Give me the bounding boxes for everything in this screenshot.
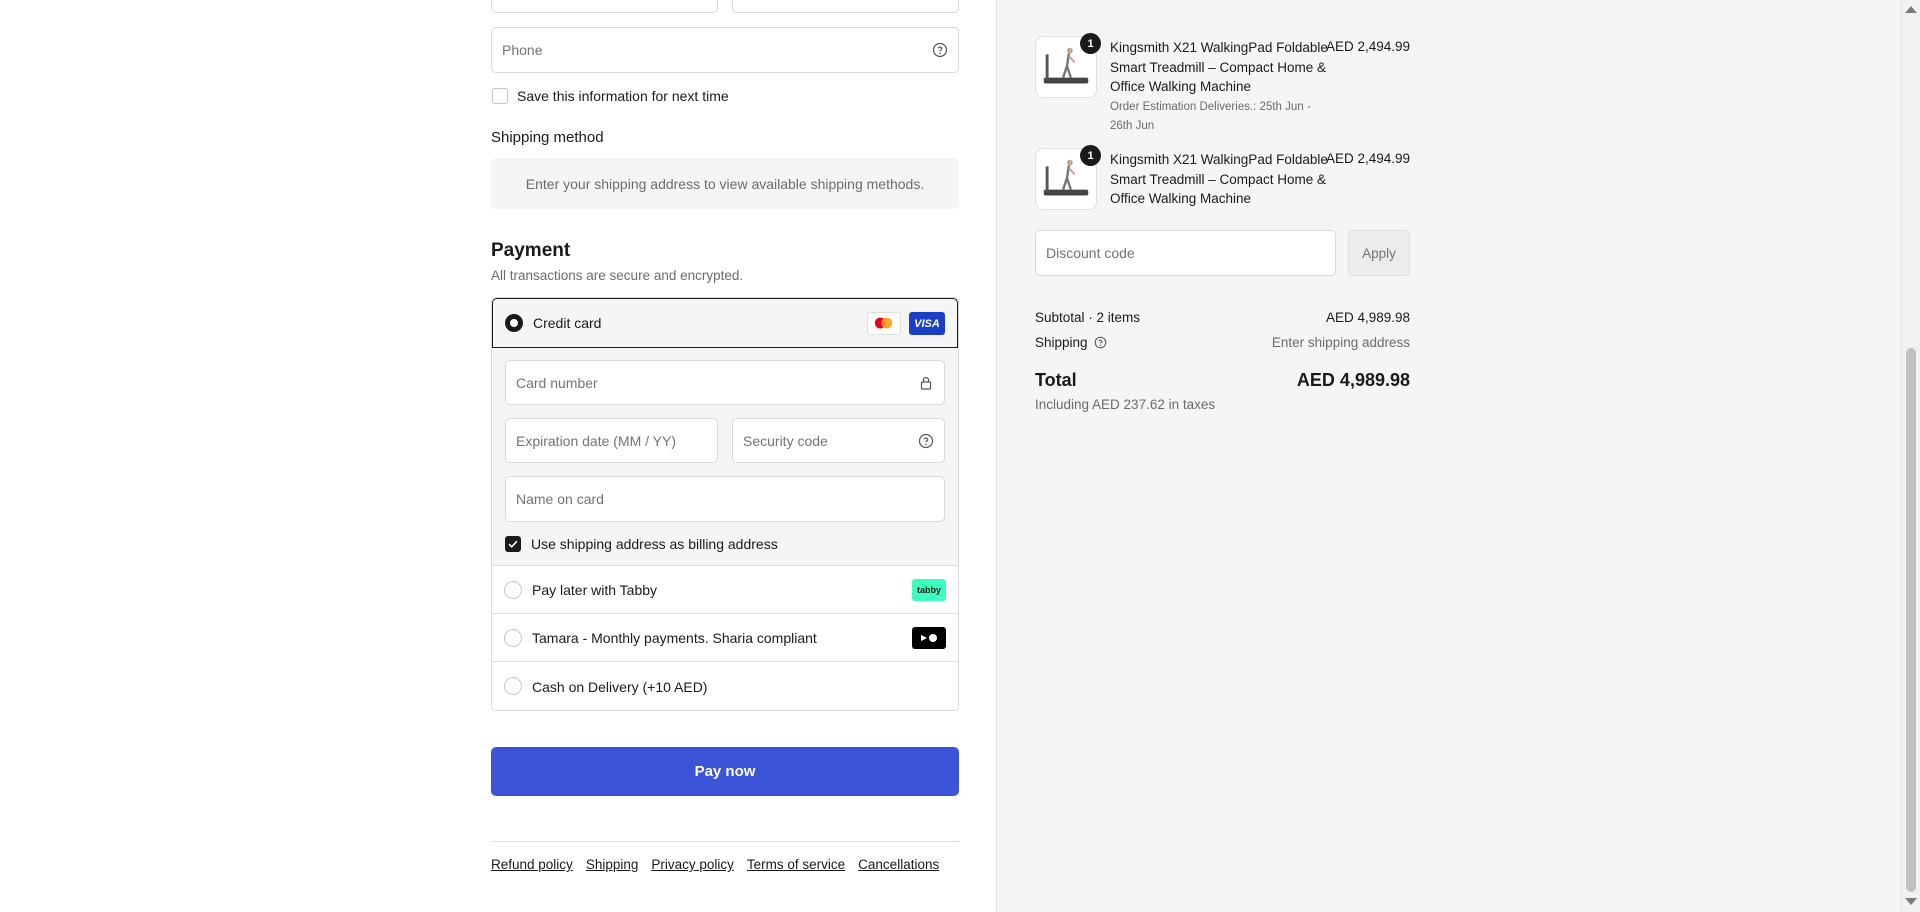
tabby-radio[interactable]: [504, 581, 522, 599]
payment-heading: Payment: [491, 240, 571, 261]
shipping-value: Enter shipping address: [1271, 335, 1410, 350]
phone-placeholder: Phone: [502, 42, 543, 58]
expiration-placeholder: Expiration date (MM / YY): [516, 432, 677, 449]
privacy-policy-link[interactable]: Privacy policy: [651, 857, 734, 872]
card-number-placeholder: Card number: [516, 374, 598, 391]
footer-links: Refund policy Shipping Privacy policy Te…: [491, 857, 939, 872]
subtotal-label: Subtotal · 2 items: [1035, 310, 1141, 325]
save-info-label: Save this information for next time: [517, 88, 729, 104]
tabby-label: Pay later with Tabby: [532, 581, 658, 598]
shipping-label: Shipping: [1035, 335, 1107, 350]
cod-radio[interactable]: [504, 677, 522, 695]
tamara-logo-icon: [912, 627, 946, 649]
payment-options-group: Credit card VISA Card number Expiration …: [491, 297, 959, 711]
quantity-badge: 1: [1080, 33, 1101, 54]
card-number-field[interactable]: Card number: [505, 360, 945, 405]
payment-option-credit-card[interactable]: Credit card VISA: [492, 298, 958, 348]
checkmark-icon: [508, 540, 518, 548]
shipping-label-text: Shipping: [1035, 335, 1088, 350]
scroll-down-arrow-icon[interactable]: [1905, 898, 1917, 905]
billing-same-checkbox[interactable]: [505, 536, 521, 552]
lock-icon: [920, 376, 932, 390]
cancellations-link[interactable]: Cancellations: [858, 857, 939, 872]
help-icon[interactable]: [1094, 336, 1107, 349]
phone-field[interactable]: Phone: [491, 27, 959, 73]
quantity-badge: 1: [1080, 145, 1101, 166]
visa-icon: VISA: [909, 312, 945, 335]
help-icon[interactable]: [918, 433, 934, 449]
tamara-radio[interactable]: [504, 629, 522, 647]
tamara-label: Tamara - Monthly payments. Sharia compli…: [532, 629, 817, 646]
payment-option-tamara[interactable]: Tamara - Monthly payments. Sharia compli…: [492, 614, 958, 662]
payment-option-cod[interactable]: Cash on Delivery (+10 AED): [492, 662, 958, 710]
billing-same-label: Use shipping address as billing address: [531, 536, 778, 552]
shipping-method-heading: Shipping method: [491, 129, 604, 146]
order-summary-panel: [996, 0, 1900, 912]
page-scrollbar[interactable]: [1900, 0, 1920, 912]
save-info-checkbox[interactable]: [492, 88, 508, 104]
payment-option-tabby[interactable]: Pay later with Tabby tabby: [492, 566, 958, 614]
shipping-link[interactable]: Shipping: [586, 857, 639, 872]
security-code-placeholder: Security code: [743, 432, 828, 449]
name-on-card-placeholder: Name on card: [516, 491, 604, 507]
product-title: Kingsmith X21 WalkingPad Foldable Smart …: [1110, 152, 1328, 206]
subtotal-value: AED 4,989.98: [1325, 310, 1410, 325]
credit-card-radio[interactable]: [505, 314, 523, 332]
tax-note-text: Including AED 237.62 in taxes: [1035, 397, 1216, 412]
help-icon[interactable]: [932, 42, 948, 58]
shipping-method-message: Enter your shipping address to view avai…: [525, 175, 925, 192]
product-price: AED 2,494.99: [1325, 39, 1410, 54]
credit-card-label: Credit card: [533, 315, 602, 331]
tabby-logo-icon: tabby: [912, 579, 946, 601]
scrollbar-thumb[interactable]: [1906, 348, 1916, 892]
last-name-field[interactable]: [732, 0, 959, 13]
mastercard-icon: [867, 312, 901, 335]
total-label: Total: [1035, 370, 1077, 390]
shipping-method-placeholder-box: Enter your shipping address to view avai…: [491, 158, 959, 209]
cod-label: Cash on Delivery (+10 AED): [532, 678, 708, 695]
name-on-card-field[interactable]: Name on card: [505, 476, 945, 522]
pay-now-button[interactable]: Pay now: [491, 747, 959, 796]
product-title: Kingsmith X21 WalkingPad Foldable Smart …: [1110, 40, 1328, 94]
terms-of-service-link[interactable]: Terms of service: [747, 857, 845, 872]
security-code-field[interactable]: Security code: [732, 418, 945, 463]
payment-subheading: All transactions are secure and encrypte…: [491, 268, 744, 283]
scroll-up-arrow-icon[interactable]: [1905, 6, 1917, 13]
credit-card-form: Card number Expiration date (MM / YY) Se…: [492, 348, 958, 566]
first-name-field[interactable]: [491, 0, 718, 13]
order-item: 1 Kingsmith X21 WalkingPad Foldable Smar…: [1035, 33, 1410, 136]
order-item: 1 Kingsmith X21 WalkingPad Foldable Smar…: [1035, 145, 1410, 212]
total-value: AED 4,989.98: [1296, 370, 1410, 390]
checkout-form-panel: Phone Save this information for next tim…: [0, 0, 996, 912]
apply-discount-button[interactable]: Apply: [1348, 230, 1410, 276]
discount-code-placeholder: Discount code: [1046, 245, 1135, 261]
footer-divider: [491, 841, 959, 842]
discount-code-field[interactable]: Discount code: [1035, 230, 1336, 276]
expiration-field[interactable]: Expiration date (MM / YY): [505, 418, 718, 463]
product-price: AED 2,494.99: [1325, 151, 1410, 166]
refund-policy-link[interactable]: Refund policy: [491, 857, 573, 872]
delivery-estimate: Order Estimation Deliveries.: 25th Jun -…: [1110, 101, 1311, 132]
